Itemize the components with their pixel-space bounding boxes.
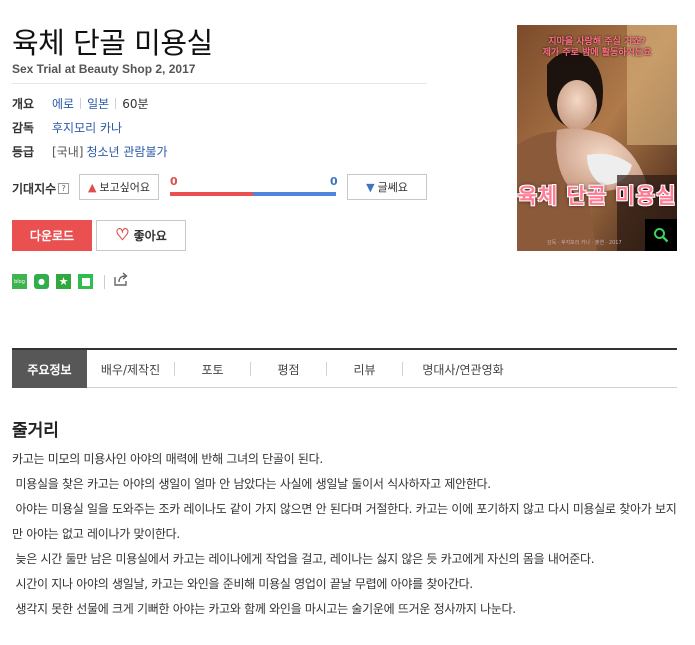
blog-icon[interactable]: blog <box>12 274 27 289</box>
tab-reviews[interactable]: 리뷰 <box>327 350 402 388</box>
movie-poster[interactable]: 지마을 사랑해 주실 거죠? 제가 주로 밤에 활동하거든요 육체 단골 미용실… <box>517 25 677 251</box>
synopsis-paragraph: 미용실을 찾은 카고는 아야의 생일이 얼마 안 남았다는 사실에 생일날 둘이… <box>12 477 492 491</box>
poster-credits: 감독 · 후지모리 카나 · 출연 · 2017 <box>547 240 622 246</box>
synopsis-heading: 줄거리 <box>12 421 59 441</box>
overview-label: 개요 <box>12 97 35 111</box>
synopsis-paragraph: 시간이 지나 아야의 생일날, 카고는 와인을 준비해 미용실 영업이 끝날 무… <box>12 577 474 591</box>
rating-label: 등급 <box>12 145 35 159</box>
expectation-label-group: 기대지수 ? <box>12 180 70 197</box>
search-icon <box>654 228 669 243</box>
help-icon[interactable]: ? <box>58 183 70 194</box>
poster-tagline-line2: 제가 주로 밤에 활동하거든요 <box>542 48 652 58</box>
bookmark-star-icon[interactable]: ★ <box>56 274 71 289</box>
synopsis-paragraph: 아야는 미용실 일을 도와주는 조카 레이나도 같이 가지 않으면 안 된다며 … <box>12 502 677 541</box>
tab-quotes-related[interactable]: 명대사/연관영화 <box>403 350 523 388</box>
meh-count: 0 <box>330 175 338 188</box>
line-icon[interactable] <box>78 274 93 289</box>
download-button[interactable]: 다운로드 <box>12 220 92 251</box>
overview-row: 개요 에로 일본 60분 <box>12 95 149 112</box>
synopsis-paragraph: 생각지 못한 선물에 크게 기뻐한 아야는 카고와 함께 와인을 마시고는 술기… <box>12 602 517 616</box>
thumbs-down-icon: ▼ <box>366 180 375 194</box>
movie-subtitle: Sex Trial at Beauty Shop 2, 2017 <box>12 62 196 76</box>
tab-bar: 주요정보 배우/제작진 포토 평점 리뷰 명대사/연관영화 <box>12 348 677 388</box>
want-to-see-label: 보고싶어요 <box>99 181 151 194</box>
want-ratio-bar <box>170 192 253 196</box>
tab-photos[interactable]: 포토 <box>175 350 250 388</box>
meh-ratio-bar <box>253 192 336 196</box>
synopsis-paragraph: 늦은 시간 둘만 남은 미용실에서 카고는 레이나에게 작업을 걸고, 레이나는… <box>12 552 595 566</box>
divider <box>104 274 105 289</box>
synopsis-body: 카고는 미모의 미용사인 아야의 매력에 반해 그녀의 단골이 된다. 미용실을… <box>12 447 679 622</box>
tab-main-info[interactable]: 주요정보 <box>12 350 87 388</box>
rating-region: [국내] <box>52 145 84 159</box>
rating-link[interactable]: 청소년 관람불가 <box>86 143 167 160</box>
not-sure-label: 글쎄요 <box>377 181 408 194</box>
expectation-label: 기대지수 <box>12 182 57 196</box>
rating-row: 등급 [국내] 청소년 관람불가 <box>12 143 168 160</box>
runtime: 60분 <box>122 97 149 111</box>
want-count: 0 <box>170 175 178 188</box>
poster-tagline-line1: 지마을 사랑해 주실 거죠? <box>548 37 646 47</box>
zoom-button[interactable] <box>645 219 677 251</box>
share-icon[interactable] <box>113 272 129 291</box>
movie-title: 육체 단골 미용실 <box>12 26 213 60</box>
tab-cast-crew[interactable]: 배우/제작진 <box>87 350 174 388</box>
want-to-see-button[interactable]: ▲ 보고싶어요 <box>79 174 159 200</box>
band-icon[interactable]: ● <box>34 274 49 289</box>
genre-link[interactable]: 에로 <box>52 95 74 112</box>
synopsis-paragraph: 카고는 미모의 미용사인 아야의 매력에 반해 그녀의 단골이 된다. <box>12 452 323 466</box>
director-link[interactable]: 후지모리 카나 <box>52 119 122 136</box>
thumbs-up-icon: ▲ <box>87 180 97 194</box>
divider <box>80 98 82 109</box>
like-button[interactable]: ♡ 좋아요 <box>96 220 186 251</box>
heart-icon: ♡ <box>115 226 130 244</box>
poster-tagline: 지마을 사랑해 주실 거죠? 제가 주로 밤에 활동하거든요 <box>517 37 677 59</box>
share-bar: blog ● ★ <box>12 272 129 291</box>
tab-ratings[interactable]: 평점 <box>251 350 326 388</box>
country-link[interactable]: 일본 <box>87 95 109 112</box>
poster-title: 육체 단골 미용실 <box>517 184 677 208</box>
not-sure-button[interactable]: ▼ 글쎄요 <box>347 174 427 200</box>
director-label: 감독 <box>12 121 35 135</box>
divider <box>115 98 117 109</box>
director-row: 감독 후지모리 카나 <box>12 119 122 136</box>
like-label: 좋아요 <box>133 229 167 243</box>
title-divider <box>12 83 427 84</box>
